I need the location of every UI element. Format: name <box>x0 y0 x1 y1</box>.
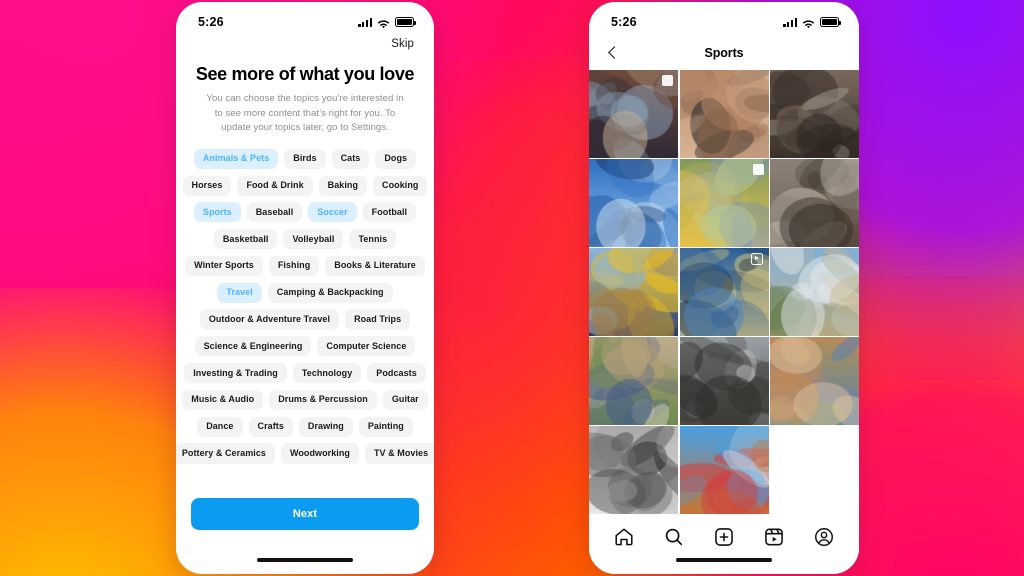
screen-title: Sports <box>704 46 744 60</box>
skip-button[interactable]: Skip <box>391 38 414 50</box>
topic-chip[interactable]: Animals & Pets <box>193 148 279 169</box>
topic-chip[interactable]: Pottery & Ceramics <box>176 443 275 464</box>
grid-photo[interactable] <box>770 159 859 247</box>
topic-chip[interactable]: Music & Audio <box>182 389 264 410</box>
grid-photo[interactable] <box>679 159 769 247</box>
topic-chip[interactable]: Basketball <box>213 229 278 250</box>
grid-photo[interactable] <box>679 248 769 336</box>
battery-full-icon <box>820 17 842 27</box>
create-icon[interactable] <box>713 526 735 548</box>
topic-chip-row: Horses Food & Drink Baking Cooking <box>182 175 428 196</box>
topic-chip[interactable]: Crafts <box>248 416 293 437</box>
topic-chip[interactable]: Drawing <box>298 416 353 437</box>
grid-photo[interactable] <box>679 337 769 425</box>
topic-chip-row: Travel Camping & Backpacking <box>188 282 422 303</box>
grid-photo[interactable] <box>679 70 769 158</box>
search-icon[interactable] <box>663 526 685 548</box>
topic-chip[interactable]: Football <box>362 202 417 223</box>
topic-chip[interactable]: Painting <box>358 416 413 437</box>
topic-chip[interactable]: Podcasts <box>367 362 426 384</box>
topic-chip[interactable]: Road Trips <box>345 309 411 330</box>
wifi-icon <box>802 17 815 29</box>
topic-chip[interactable]: Soccer <box>308 202 357 223</box>
photo-grid <box>589 70 859 514</box>
carousel-badge-icon <box>662 75 673 86</box>
topic-chip[interactable]: Dogs <box>375 148 417 169</box>
topic-chip[interactable]: Fishing <box>268 255 320 277</box>
topic-chip-row: Dance Crafts Drawing Painting <box>188 416 422 437</box>
topic-chip[interactable]: Technology <box>292 362 362 384</box>
grid-photo[interactable] <box>589 70 678 158</box>
status-bar: 5:26 <box>589 2 859 36</box>
topic-chip[interactable]: Investing & Trading <box>184 362 287 384</box>
topic-chip[interactable]: Cats <box>331 148 370 169</box>
topic-chip[interactable]: Birds <box>284 148 326 169</box>
bottom-tab-bar <box>589 514 859 560</box>
home-indicator <box>676 558 772 562</box>
topic-chip[interactable]: Sports <box>193 202 241 223</box>
grid-photo[interactable] <box>589 159 678 247</box>
gradient-background <box>0 0 1024 576</box>
topic-chip[interactable]: Woodworking <box>280 443 359 464</box>
grid-photo[interactable] <box>589 337 678 425</box>
phone-mockup-sports-feed: 5:26 Sports <box>589 2 859 574</box>
grid-photo[interactable] <box>770 248 859 336</box>
topic-chip[interactable]: Guitar <box>382 389 428 410</box>
topic-chip-row: Animals & Pets Birds Cats Dogs <box>188 148 422 169</box>
grid-photo[interactable] <box>770 70 859 158</box>
topic-chip[interactable]: Computer Science <box>317 336 416 357</box>
home-indicator <box>257 558 353 562</box>
topic-chip[interactable]: Baseball <box>246 202 303 223</box>
topic-chip-row: Pottery & Ceramics Woodworking TV & Movies <box>176 443 434 464</box>
topic-chip[interactable]: Dance <box>197 416 243 437</box>
topic-chip[interactable]: Horses <box>182 175 232 196</box>
reels-icon[interactable] <box>763 526 785 548</box>
topic-chip[interactable]: Drums & Percussion <box>269 389 377 410</box>
phone-mockup-topics: 5:26 Skip See more of what you love You … <box>176 2 434 574</box>
topic-chip-row: Winter Sports Fishing Books & Literature <box>185 255 425 277</box>
topic-chip-row: Science & Engineering Computer Science <box>188 336 422 357</box>
topic-chip[interactable]: Food & Drink <box>237 175 313 196</box>
status-time: 5:26 <box>611 15 637 29</box>
topic-chip-row: Basketball Volleyball Tennis <box>188 229 422 250</box>
grid-photo[interactable] <box>589 248 678 336</box>
topic-chip[interactable]: Baking <box>318 175 368 196</box>
page-title: See more of what you love <box>195 64 415 84</box>
topic-chip-row: Investing & Trading Technology Podcasts <box>184 362 426 384</box>
topic-chip-row: Music & Audio Drums & Percussion Guitar <box>182 389 428 410</box>
carousel-badge-icon <box>752 164 764 176</box>
topic-chip-list: Animals & Pets Birds Cats Dogs Horses Food & … <box>176 136 434 464</box>
battery-full-icon <box>395 17 417 27</box>
navigation-header: Sports <box>589 36 859 70</box>
topic-chip-row: Sports Baseball Soccer Football <box>188 202 422 223</box>
topic-chip[interactable]: Tennis <box>349 229 397 250</box>
topic-chip[interactable]: Travel <box>217 282 262 303</box>
topic-chip[interactable]: Camping & Backpacking <box>267 282 393 303</box>
topic-chip[interactable]: Cooking <box>373 175 428 196</box>
topic-chip-row: Outdoor & Adventure Travel Road Trips <box>188 309 422 330</box>
grid-photo[interactable] <box>770 337 859 425</box>
topic-chip[interactable]: Outdoor & Adventure Travel <box>199 309 340 330</box>
status-bar: 5:26 <box>176 2 434 36</box>
reel-badge-icon <box>750 253 763 266</box>
profile-icon[interactable] <box>813 526 835 548</box>
wifi-icon <box>377 17 390 29</box>
topic-chip[interactable]: Volleyball <box>283 229 344 250</box>
grid-photo[interactable] <box>679 426 769 514</box>
topic-chip[interactable]: Books & Literature <box>325 255 425 277</box>
page-description: You can choose the topics you’re interes… <box>206 93 404 134</box>
topic-chip[interactable]: Science & Engineering <box>194 336 312 357</box>
next-button[interactable]: Next <box>191 498 419 530</box>
topic-chip[interactable]: Winter Sports <box>185 255 263 277</box>
grid-photo[interactable] <box>589 426 678 514</box>
status-time: 5:26 <box>198 15 224 29</box>
home-icon[interactable] <box>613 526 635 548</box>
cellular-bars-icon <box>358 17 372 27</box>
cellular-bars-icon <box>783 17 797 27</box>
topic-chip[interactable]: TV & Movies <box>364 443 434 464</box>
